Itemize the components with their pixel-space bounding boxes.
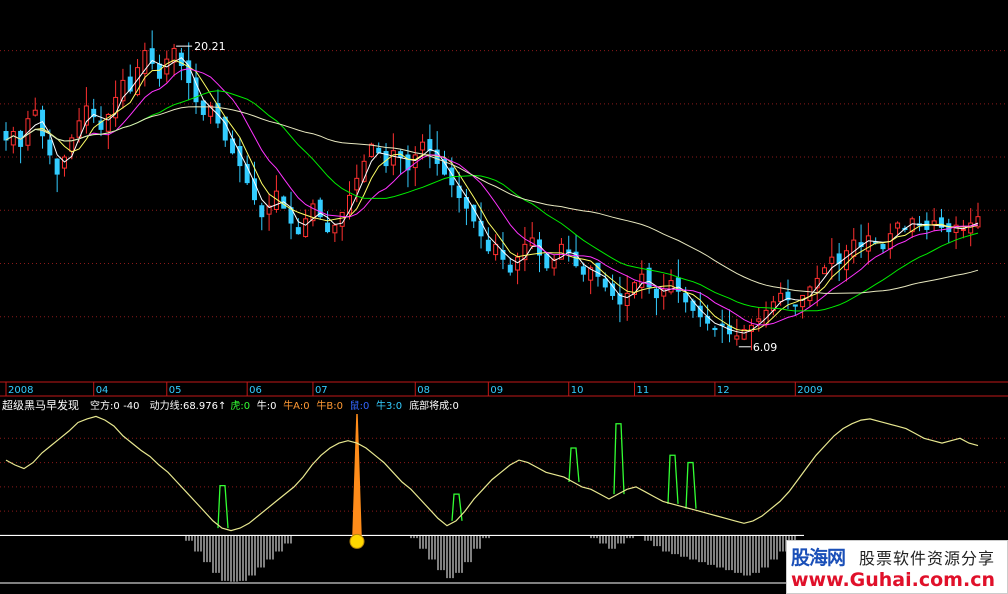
- time-tick-label: 2008: [8, 385, 33, 396]
- green-signal: [217, 484, 229, 529]
- candle-body: [822, 267, 828, 275]
- candle-body: [32, 109, 38, 116]
- candle-body: [339, 211, 345, 227]
- candle-body: [259, 205, 265, 218]
- ma-short-line: [5, 57, 979, 334]
- indicator-readout: 空方:0: [90, 399, 120, 412]
- watermark-brand: 股海网: [791, 547, 846, 569]
- indicator-readout: 虎:0: [230, 400, 250, 412]
- smiley-icon: [349, 533, 365, 549]
- candle-body: [580, 266, 586, 275]
- candle-body: [968, 222, 974, 234]
- time-tick-label: 2009: [797, 385, 822, 396]
- ma-purple-line: [5, 68, 979, 326]
- candle-body: [778, 292, 784, 303]
- watermark-url: www.Guhai.com.cn: [791, 569, 995, 591]
- candle-body: [515, 256, 521, 271]
- candle-body: [946, 223, 952, 233]
- time-tick-label: 05: [169, 385, 182, 396]
- candle-body: [843, 250, 849, 271]
- candle-body: [960, 228, 966, 231]
- candle-body: [412, 154, 418, 169]
- candle-body: [54, 158, 60, 175]
- green-signal: [568, 447, 580, 483]
- candle-body: [420, 141, 426, 151]
- watermark: 股海网 股票软件资源分享 www.Guhai.com.cn: [786, 540, 1008, 594]
- candle-body: [734, 335, 740, 340]
- indicator-readout: 动力线:68.976↑: [150, 399, 227, 412]
- candle-body: [602, 278, 608, 288]
- time-tick-label: 04: [96, 385, 109, 396]
- orange-signal: [352, 413, 362, 536]
- chart-screen: 20.21 6.09 2008 04 05 06 07 08 09 10 11 12 2009 超级黑马早…: [0, 0, 1008, 594]
- candle-body: [332, 224, 338, 234]
- candle-body: [493, 243, 499, 256]
- candle-body: [624, 292, 630, 306]
- candle-body: [485, 239, 491, 252]
- candle-body: [931, 220, 937, 225]
- candle-body: [200, 100, 206, 115]
- low-price-label: 6.09: [753, 341, 778, 354]
- candle-body: [40, 109, 46, 137]
- candle-body: [354, 177, 360, 191]
- ma-mid-line: [5, 59, 979, 332]
- candle-body: [792, 304, 798, 307]
- candle-body: [295, 227, 301, 235]
- candle-body: [544, 253, 550, 269]
- indicator-readout: 牛B:0: [316, 399, 343, 412]
- time-tick-label: 12: [717, 385, 730, 396]
- candle-body: [595, 262, 601, 277]
- candle-body: [471, 204, 477, 222]
- candle-body: [756, 318, 762, 322]
- candle-body: [865, 235, 871, 252]
- indicator-readout: -40: [123, 401, 139, 412]
- power-line: [5, 415, 979, 532]
- time-tick-label: 09: [490, 385, 503, 396]
- candle-body: [10, 131, 16, 146]
- candle-body: [156, 63, 162, 79]
- candle-body: [325, 222, 331, 233]
- candle-body: [829, 256, 835, 264]
- green-signal: [613, 423, 625, 495]
- candle-body: [895, 222, 901, 229]
- candle-body: [390, 150, 396, 166]
- candle-body: [880, 243, 886, 250]
- candle-body: [851, 239, 857, 257]
- time-tick-label: 07: [315, 385, 328, 396]
- indicator-title: 超级黑马早发现: [2, 398, 79, 412]
- candle-body: [507, 264, 513, 273]
- candle-body: [47, 139, 53, 156]
- candle-body: [376, 147, 382, 154]
- candle-body: [303, 218, 309, 238]
- watermark-slogan: 股票软件资源分享: [859, 549, 996, 568]
- indicator-readout: 牛3:0: [376, 399, 402, 412]
- indicator-readout: 牛A:0: [283, 399, 309, 412]
- indicator-readout: 底部将成:0: [409, 399, 459, 412]
- time-tick-label: 06: [249, 385, 262, 396]
- price-chart: 20.21 6.09 2008 04 05 06 07 08 09 10 11 12 2009 超级黑马早…: [0, 30, 1008, 584]
- high-price-label: 20.21: [194, 40, 226, 53]
- green-signal: [685, 461, 697, 509]
- candle-body: [683, 292, 689, 303]
- candle-body: [368, 143, 374, 157]
- time-tick-label: 11: [637, 385, 650, 396]
- candle-body: [800, 294, 806, 308]
- candle-body: [653, 288, 659, 299]
- indicator-readout: 牛:0: [257, 399, 277, 412]
- indicator-readout: 鼠:0: [350, 399, 370, 412]
- time-tick-label: 08: [417, 385, 430, 396]
- candle-body: [712, 327, 718, 331]
- candle-body: [222, 116, 228, 141]
- time-tick-label: 10: [571, 385, 584, 396]
